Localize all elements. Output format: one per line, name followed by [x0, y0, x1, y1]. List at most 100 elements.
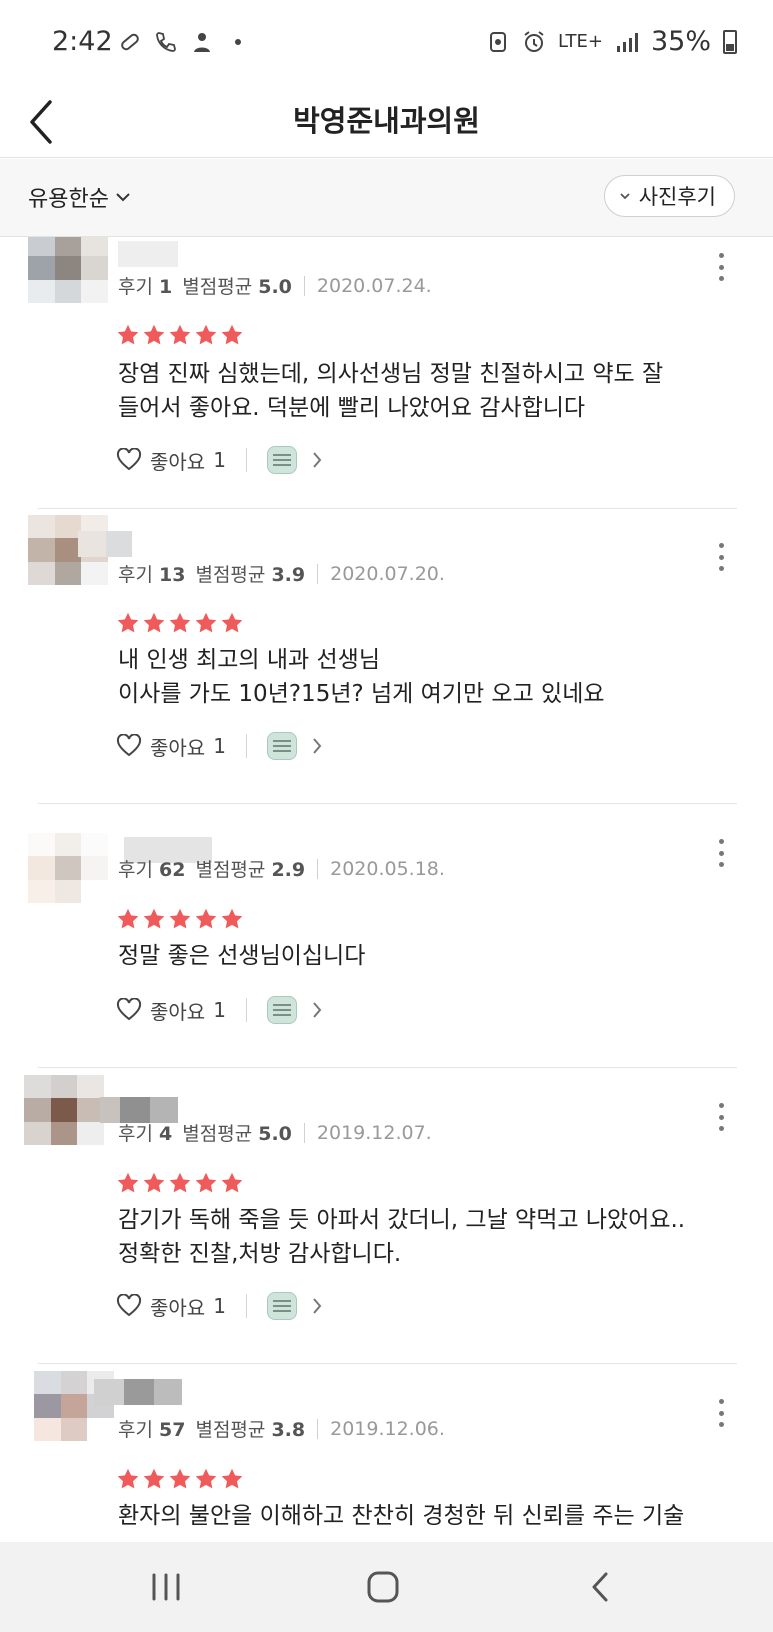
star-icon — [143, 1172, 165, 1193]
star-icon — [195, 612, 217, 633]
like-count: 1 — [213, 998, 226, 1022]
like-label: 좋아요 — [150, 1295, 206, 1320]
review-meta: 후기 1 별점평균 5.0 2020.07.24. — [118, 272, 432, 299]
alarm-icon — [524, 30, 544, 52]
review-text: 감기가 독해 죽을 듯 아파서 갔더니, 그날 약먹고 나았어요.. 정확한 진… — [118, 1207, 686, 1267]
more-options-button[interactable] — [709, 1099, 733, 1135]
receipt-link[interactable] — [266, 446, 323, 474]
avatar — [28, 237, 108, 303]
receipt-icon — [266, 732, 297, 760]
star-rating — [116, 1467, 244, 1491]
avg-rating: 2.9 — [271, 859, 306, 881]
recent-apps-button[interactable] — [106, 1542, 226, 1632]
star-icon — [169, 1172, 191, 1193]
like-button[interactable]: 좋아요 1 — [116, 732, 226, 761]
photo-review-filter-button[interactable]: 사진후기 — [603, 175, 735, 217]
heart-icon — [116, 734, 142, 757]
star-icon — [169, 908, 191, 929]
star-icon — [221, 1468, 243, 1489]
review-date: 2020.07.24. — [316, 274, 432, 297]
review-item: 후기 13 별점평균 3.9 2020.07.20. 내 인생 최고의 내과 선… — [0, 509, 773, 805]
star-rating — [116, 907, 244, 931]
review-date: 2020.07.20. — [330, 562, 445, 585]
nickname — [78, 531, 132, 557]
review-text: 환자의 불안을 이해하고 찬찬히 경청한 뒤 신뢰를 주는 기술 — [118, 1503, 685, 1529]
review-count: 13 — [159, 564, 186, 586]
review-date: 2019.12.07. — [316, 1121, 432, 1144]
star-rating — [116, 611, 244, 635]
star-icon — [117, 908, 139, 929]
more-options-button[interactable] — [709, 835, 733, 871]
sort-dropdown[interactable]: 유용한순 — [28, 181, 131, 213]
nickname — [94, 1379, 182, 1405]
review-meta: 후기 57 별점평균 3.8 2019.12.06. — [118, 1415, 445, 1442]
review-count-label: 후기 — [118, 859, 153, 881]
home-button[interactable] — [323, 1542, 443, 1632]
star-icon — [169, 1468, 191, 1489]
like-button[interactable]: 좋아요 1 — [116, 1292, 226, 1321]
back-icon — [592, 1572, 608, 1602]
heart-icon — [116, 998, 142, 1021]
review-text: 정말 좋은 선생님이십니다 — [118, 943, 366, 969]
star-icon — [221, 1172, 243, 1193]
chevron-down-icon — [620, 193, 630, 200]
star-icon — [169, 324, 191, 345]
like-count: 1 — [213, 448, 226, 472]
review-item: 후기 1 별점평균 5.0 2020.07.24. 장염 진짜 심했는데, 의사… — [0, 237, 773, 527]
review-text: 장염 진짜 심했는데, 의사선생님 정말 친절하시고 약도 잘 들어서 좋아요.… — [118, 361, 664, 421]
more-options-button[interactable] — [709, 1395, 733, 1431]
review-count-label: 후기 — [118, 1123, 153, 1145]
status-bar: 2:42 LTE+ 35% — [0, 0, 773, 90]
signal-icon — [616, 32, 638, 52]
system-back-button[interactable] — [540, 1542, 660, 1632]
status-time: 2:42 — [52, 26, 113, 57]
review-date: 2019.12.06. — [330, 1417, 445, 1440]
receipt-link[interactable] — [266, 1292, 323, 1320]
star-icon — [117, 612, 139, 633]
star-icon — [117, 324, 139, 345]
star-icon — [195, 324, 217, 345]
like-label: 좋아요 — [150, 735, 206, 760]
star-icon — [195, 908, 217, 929]
avg-rating: 5.0 — [258, 276, 292, 298]
network-type: LTE+ — [557, 31, 603, 52]
pill-icon — [121, 33, 139, 51]
review-count-label: 후기 — [118, 1419, 153, 1441]
review-actions: 좋아요 1 — [116, 731, 323, 761]
filter-bar: 유용한순 사진후기 — [0, 159, 773, 237]
review-item: 후기 62 별점평균 2.9 2020.05.18. 정말 좋은 선생님이십니다… — [0, 805, 773, 1069]
chevron-right-icon — [313, 452, 322, 468]
star-icon — [195, 1468, 217, 1489]
review-text: 내 인생 최고의 내과 선생님 이사를 가도 10년?15년? 넘게 여기만 오… — [118, 647, 605, 707]
like-label: 좋아요 — [150, 449, 206, 474]
review-count: 1 — [159, 276, 173, 298]
review-list: 후기 1 별점평균 5.0 2020.07.24. 장염 진짜 심했는데, 의사… — [0, 237, 773, 1542]
like-count: 1 — [213, 734, 226, 758]
review-count-label: 후기 — [118, 276, 153, 298]
like-button[interactable]: 좋아요 1 — [116, 996, 226, 1025]
review-count-label: 후기 — [118, 564, 153, 586]
star-icon — [221, 908, 243, 929]
more-options-button[interactable] — [709, 249, 733, 285]
receipt-icon — [266, 1292, 297, 1320]
avatar — [28, 833, 108, 903]
more-options-button[interactable] — [709, 539, 733, 575]
star-icon — [195, 1172, 217, 1193]
notification-icons — [118, 30, 250, 54]
review-item: 후기 4 별점평균 5.0 2019.12.07. 감기가 독해 죽을 듯 아파… — [0, 1069, 773, 1365]
star-icon — [143, 908, 165, 929]
heart-icon — [116, 448, 142, 471]
receipt-icon — [266, 446, 297, 474]
battery-icon — [723, 29, 737, 54]
star-rating — [116, 1171, 244, 1195]
review-actions: 좋아요 1 — [116, 1291, 323, 1321]
nickname — [118, 241, 178, 267]
receipt-link[interactable] — [266, 732, 323, 760]
recents-icon — [152, 1573, 180, 1601]
like-button[interactable]: 좋아요 1 — [116, 446, 226, 475]
person-icon — [194, 33, 210, 52]
review-meta: 후기 13 별점평균 3.9 2020.07.20. — [118, 560, 445, 587]
receipt-icon — [266, 996, 297, 1024]
avg-rating-label: 별점평균 — [182, 1123, 253, 1145]
receipt-link[interactable] — [266, 996, 323, 1024]
